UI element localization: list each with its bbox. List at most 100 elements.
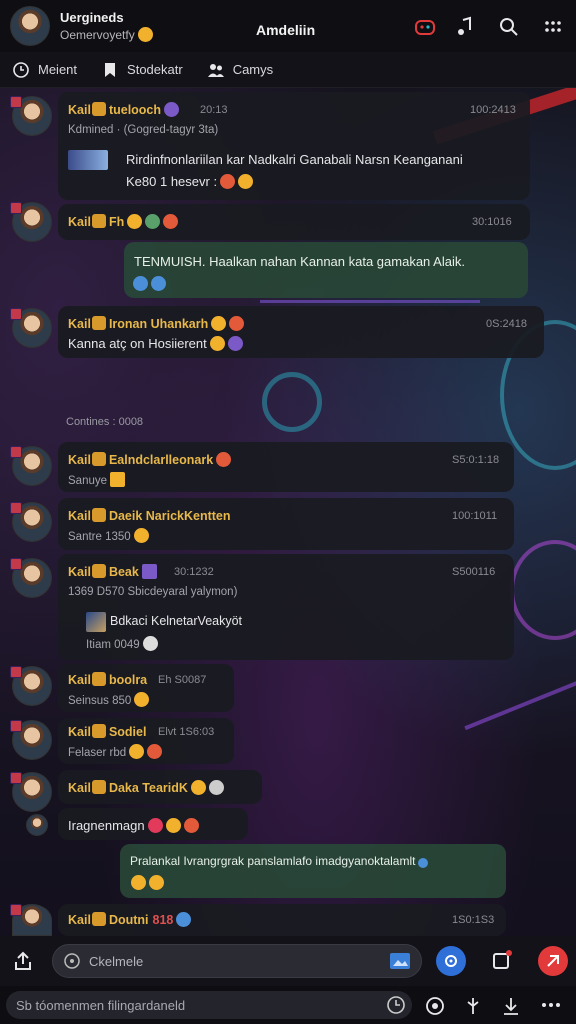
rank-badge-icon: [10, 446, 22, 458]
user-name[interactable]: Kail Daka TearidK: [68, 780, 224, 795]
message-input-placeholder: Ckelmele: [89, 953, 144, 969]
game-controller-icon[interactable]: [412, 14, 438, 40]
smile-emoji-icon: [137, 27, 153, 42]
reaction-row: [128, 874, 164, 892]
stickers-icon[interactable]: [490, 948, 514, 972]
reaction-emoji-icon[interactable]: [220, 174, 236, 189]
header-title: Amdeliin: [256, 22, 316, 38]
reaction-emoji-icon[interactable]: [133, 276, 148, 291]
background-wheel: [262, 372, 322, 432]
filter-saved[interactable]: Stodekatr: [101, 61, 183, 79]
rank-badge-icon: [10, 502, 22, 514]
emoji-icon[interactable]: [183, 818, 199, 833]
message-text: Ke80 1 hesevr :: [126, 174, 254, 189]
user-name[interactable]: Kail Ironan Uhankarh: [68, 316, 245, 331]
smile-emoji-icon[interactable]: [131, 875, 146, 890]
tag-icon: [91, 724, 106, 738]
search-icon[interactable]: [496, 14, 522, 40]
search-input[interactable]: Sb tóomenmen filingardaneld: [6, 991, 412, 1019]
smile-emoji-icon[interactable]: [149, 875, 164, 890]
own-message-item[interactable]: TENMUISH. Haalkan nahan Kannan kata gama…: [0, 240, 576, 300]
emoji-icon[interactable]: [63, 952, 81, 970]
share-icon[interactable]: [12, 950, 34, 972]
smile-emoji-icon[interactable]: [133, 528, 149, 543]
message-text: Kanna atç on Hosiierent: [68, 336, 243, 351]
emoji-icon[interactable]: [110, 472, 126, 487]
message-item[interactable]: Kail Ealndclarlleonark S5:0:1:18 Sanuye: [0, 442, 576, 494]
user-name[interactable]: Kail Fh: [68, 214, 179, 229]
message-meta: Kdmined · (Gogred-tagyr 3ta): [68, 124, 219, 136]
message-item[interactable]: Kail Fh 30:1016: [0, 200, 576, 242]
user-name[interactable]: Kail Beak: [68, 564, 157, 579]
music-note-icon[interactable]: [452, 14, 478, 40]
message-input[interactable]: Ckelmele: [52, 944, 422, 978]
message-text: Pralankal Ivrangrgrak panslamlafo imadgy…: [130, 854, 429, 868]
message-item[interactable]: Kail boolra Eh S0087 Seinsus 850: [0, 664, 576, 716]
user-name[interactable]: Kail tuelooch: [68, 102, 180, 117]
rank-badge-icon: [10, 720, 22, 732]
download-icon[interactable]: [500, 995, 522, 1017]
filter-people[interactable]: Camys: [207, 61, 273, 79]
message-item[interactable]: Kail Daka TearidK Iragnenmagn: [0, 770, 576, 842]
user-name[interactable]: Kail Daeik NarickKentten: [68, 508, 231, 523]
emoji-icon: [229, 316, 245, 331]
channel-info[interactable]: Uergineds Oemervoyetfy: [60, 10, 240, 42]
message-time: Eh S0087: [158, 674, 207, 686]
reaction-row: [130, 275, 166, 293]
message-item[interactable]: Kail Ironan Uhankarh 0S:2418 Kanna atç on…: [0, 304, 576, 360]
user-name[interactable]: Kail Sodiel: [68, 724, 146, 739]
user-name[interactable]: Kail Doutni 818: [68, 912, 192, 927]
more-icon[interactable]: [540, 999, 562, 1011]
composer-bar: Ckelmele: [0, 936, 576, 986]
image-thumbnail[interactable]: [86, 612, 106, 632]
channel-avatar[interactable]: [10, 6, 50, 46]
tag-icon: [91, 102, 106, 116]
message-item[interactable]: Kail Doutni 818 1S0:1S3: [0, 902, 576, 936]
smile-emoji-icon[interactable]: [209, 336, 225, 351]
people-icon: [207, 61, 225, 79]
smile-emoji-icon[interactable]: [129, 744, 145, 759]
message-item[interactable]: Kail tuelooch 20:13 100:2413 Kdmined · (G…: [0, 92, 576, 204]
emoji-icon[interactable]: [142, 636, 158, 651]
more-grid-icon[interactable]: [540, 14, 566, 40]
emoji-icon: [163, 214, 179, 229]
message-meta: 1369 D570 Sbicdeyaral yalymon): [68, 586, 238, 598]
user-name[interactable]: Kail Ealndclarlleonark: [68, 452, 232, 467]
user-name[interactable]: Kail boolra: [68, 672, 147, 687]
message-bubble: [124, 242, 528, 298]
emoji-icon[interactable]: [147, 744, 163, 759]
filter-label: Stodekatr: [127, 62, 183, 77]
message-subtext: Itiam 0049: [86, 636, 158, 651]
message-timestamp: S500116: [452, 566, 496, 578]
send-button[interactable]: [538, 946, 568, 976]
message-timestamp: 100:2413: [470, 104, 516, 116]
message-bubble: [120, 844, 506, 898]
camera-icon[interactable]: [424, 995, 446, 1017]
tag-icon: [91, 780, 106, 794]
history-icon[interactable]: [386, 995, 406, 1015]
tag-icon: [91, 214, 106, 228]
filter-label: Meient: [38, 62, 78, 77]
message-item[interactable]: Kail Beak 30:1232 S500116 1369 D570 Sbicd…: [0, 554, 576, 664]
rank-badge-icon: [10, 96, 22, 108]
rank-badge-icon: [10, 558, 22, 570]
image-attach-icon[interactable]: [389, 952, 411, 970]
rank-badge-icon: [10, 308, 22, 320]
emoji-icon[interactable]: [227, 336, 243, 351]
message-timestamp: 0S:2418: [486, 318, 527, 330]
image-thumbnail[interactable]: [68, 150, 108, 170]
rank-badge-icon: [10, 202, 22, 214]
voice-chat-button[interactable]: [436, 946, 466, 976]
pin-icon[interactable]: [462, 995, 484, 1017]
smile-emoji-icon[interactable]: [134, 692, 150, 707]
heart-icon[interactable]: [147, 818, 163, 833]
reaction-emoji-icon[interactable]: [151, 276, 166, 291]
message-item[interactable]: Kail Daeik NarickKentten 100:1011 Santre …: [0, 498, 576, 552]
user-avatar-small[interactable]: [26, 814, 48, 836]
message-item[interactable]: KailSodiel Elvt 1S6:03 IragnenmagnFelase…: [0, 718, 576, 768]
emoji-icon[interactable]: [165, 818, 181, 833]
smile-emoji-icon[interactable]: [238, 174, 254, 189]
tag-icon: [91, 912, 106, 926]
own-message-item[interactable]: Pralankal Ivrangrgrak panslamlafo imadgy…: [0, 842, 576, 900]
filter-recent[interactable]: Meient: [12, 61, 77, 79]
